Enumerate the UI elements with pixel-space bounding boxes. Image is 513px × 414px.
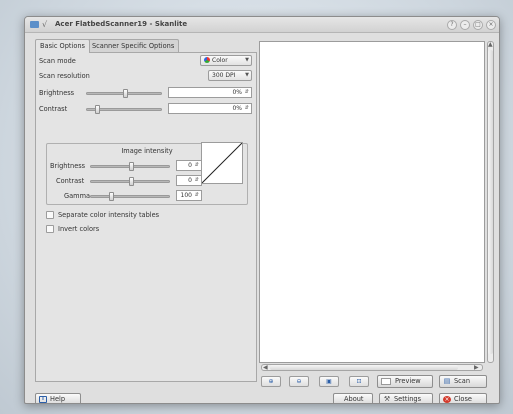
- select-area-button[interactable]: ▣: [319, 376, 339, 387]
- preview-vertical-scrollbar[interactable]: ▲: [487, 41, 494, 363]
- spin-arrows-icon[interactable]: ⇵: [245, 104, 249, 113]
- skanlite-window: √ Acer FlatbedScanner19 - Skanlite ? – □…: [24, 16, 500, 404]
- preview-button-label: Preview: [395, 377, 421, 385]
- preview-icon: [381, 378, 391, 385]
- separate-tables-label[interactable]: Separate color intensity tables: [58, 211, 159, 219]
- tab-basic-options[interactable]: Basic Options: [35, 39, 90, 53]
- intensity-contrast-handle[interactable]: [129, 177, 134, 186]
- help-button[interactable]: i Help: [35, 393, 81, 403]
- settings-button[interactable]: ⚒ Settings: [379, 393, 433, 403]
- close-button-label: Close: [454, 395, 472, 403]
- zoom-in-button[interactable]: ⊕: [261, 376, 281, 387]
- spin-arrows-icon[interactable]: ⇵: [195, 176, 199, 185]
- pin-icon[interactable]: √: [42, 20, 47, 29]
- contrast-slider-handle[interactable]: [95, 105, 100, 114]
- scan-button-label: Scan: [454, 377, 471, 385]
- zoom-out-button[interactable]: ⊖: [289, 376, 309, 387]
- help-icon[interactable]: ?: [447, 20, 457, 30]
- scan-resolution-value: 300 DPI: [212, 72, 236, 79]
- brightness-label: Brightness: [39, 89, 75, 97]
- horizontal-scroll-thumb[interactable]: [270, 365, 458, 370]
- scan-icon: ▤: [443, 377, 451, 385]
- scan-mode-label: Scan mode: [39, 57, 76, 65]
- intensity-gamma-slider[interactable]: [90, 192, 170, 201]
- gamma-curve-line: [201, 142, 243, 184]
- intensity-gamma-spinbox[interactable]: 100 ⇵: [176, 190, 202, 201]
- gamma-curve-preview: [201, 142, 243, 184]
- scroll-left-icon[interactable]: ◀: [263, 364, 268, 371]
- zoom-out-icon: ⊖: [296, 378, 302, 385]
- window-title: Acer FlatbedScanner19 - Skanlite: [55, 20, 188, 28]
- scan-resolution-select[interactable]: 300 DPI ▼: [208, 70, 252, 81]
- intensity-contrast-spinbox[interactable]: 0 ⇵: [176, 175, 202, 186]
- invert-colors-label[interactable]: Invert colors: [58, 225, 99, 233]
- intensity-gamma-value: 100: [180, 192, 192, 199]
- vertical-scroll-thumb[interactable]: [488, 50, 493, 354]
- brightness-slider[interactable]: [86, 89, 162, 98]
- chevron-down-icon: ▼: [245, 57, 249, 63]
- scan-mode-select[interactable]: Color ▼: [200, 55, 252, 66]
- color-mode-icon: [204, 57, 210, 63]
- scroll-up-icon[interactable]: ▲: [488, 41, 493, 48]
- invert-colors-checkbox[interactable]: [46, 225, 54, 233]
- zoom-in-icon: ⊕: [268, 378, 274, 385]
- preview-horizontal-scrollbar[interactable]: ◀ ▶: [261, 364, 483, 371]
- intensity-brightness-slider[interactable]: [90, 162, 170, 171]
- title-bar[interactable]: √ Acer FlatbedScanner19 - Skanlite ? – □…: [25, 17, 499, 33]
- intensity-gamma-handle[interactable]: [109, 192, 114, 201]
- brightness-spinbox[interactable]: 0% ⇵: [168, 87, 252, 98]
- gamma-curve-graph: [201, 142, 243, 184]
- scroll-right-icon[interactable]: ▶: [474, 364, 479, 371]
- contrast-spinbox[interactable]: 0% ⇵: [168, 103, 252, 114]
- brightness-slider-handle[interactable]: [123, 89, 128, 98]
- scan-mode-value: Color: [212, 57, 228, 64]
- settings-icon: ⚒: [383, 395, 391, 403]
- intensity-brightness-label: Brightness: [50, 162, 86, 170]
- minimize-icon[interactable]: –: [460, 20, 470, 30]
- spin-arrows-icon[interactable]: ⇵: [195, 191, 199, 200]
- close-button[interactable]: × Close: [439, 393, 487, 403]
- zoom-fit-icon: ⊡: [356, 378, 362, 385]
- about-button-label: About: [344, 395, 364, 403]
- tab-scanner-specific-options[interactable]: Scanner Specific Options: [87, 39, 180, 52]
- preview-button[interactable]: Preview: [377, 375, 433, 388]
- intensity-brightness-spinbox[interactable]: 0 ⇵: [176, 160, 202, 171]
- intensity-brightness-value: 0: [188, 162, 192, 169]
- select-icon: ▣: [326, 378, 332, 385]
- intensity-gamma-label: Gamma: [64, 192, 91, 200]
- intensity-contrast-slider[interactable]: [90, 177, 170, 186]
- contrast-value: 0%: [232, 105, 242, 112]
- brightness-value: 0%: [232, 89, 242, 96]
- separate-tables-checkbox[interactable]: [46, 211, 54, 219]
- close-icon: ×: [443, 396, 451, 403]
- zoom-fit-button[interactable]: ⊡: [349, 376, 369, 387]
- help-icon: i: [39, 396, 47, 403]
- spin-arrows-icon[interactable]: ⇵: [195, 161, 199, 170]
- about-button[interactable]: About: [333, 393, 373, 403]
- maximize-icon[interactable]: □: [473, 20, 483, 30]
- close-window-icon[interactable]: ×: [486, 20, 496, 30]
- basic-options-panel: Scan mode Color ▼ Scan resolution 300 DP…: [35, 52, 257, 382]
- settings-button-label: Settings: [394, 395, 422, 403]
- chevron-down-icon: ▼: [245, 72, 249, 78]
- contrast-slider[interactable]: [86, 105, 162, 114]
- intensity-contrast-value: 0: [188, 177, 192, 184]
- scan-resolution-label: Scan resolution: [39, 72, 90, 80]
- scan-preview-area[interactable]: [259, 41, 485, 363]
- contrast-label: Contrast: [39, 105, 68, 113]
- intensity-contrast-label: Contrast: [56, 177, 85, 185]
- scanner-icon: [30, 21, 39, 28]
- intensity-brightness-handle[interactable]: [129, 162, 134, 171]
- spin-arrows-icon[interactable]: ⇵: [245, 88, 249, 97]
- scan-button[interactable]: ▤ Scan: [439, 375, 487, 388]
- help-button-label: Help: [50, 395, 66, 403]
